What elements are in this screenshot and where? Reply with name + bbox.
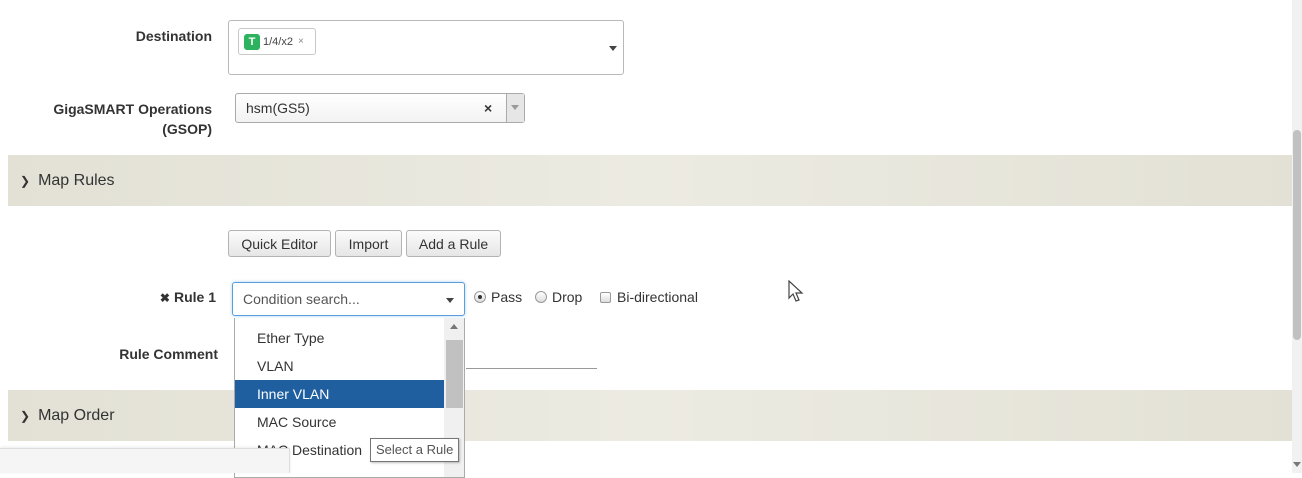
- rule-label: ✖ Rule 1: [140, 289, 216, 305]
- clear-icon[interactable]: ×: [484, 100, 492, 116]
- pass-label: Pass: [491, 289, 523, 305]
- chevron-down-icon[interactable]: [609, 46, 617, 51]
- pass-option[interactable]: Pass: [474, 289, 522, 305]
- chevron-down-icon: [511, 105, 519, 110]
- remove-rule-icon[interactable]: ✖: [160, 291, 170, 305]
- import-button[interactable]: Import: [335, 230, 402, 257]
- drop-radio[interactable]: [535, 291, 547, 303]
- tooltip: Select a Rule: [370, 438, 460, 462]
- token-value: 1/4/x2: [263, 35, 293, 48]
- dropdown-option[interactable]: VLAN: [235, 352, 445, 380]
- gsop-label-line2: (GSOP): [162, 121, 212, 137]
- dropdown-option-highlighted[interactable]: Inner VLAN: [235, 380, 445, 408]
- bidirectional-checkbox[interactable]: [600, 291, 611, 303]
- scroll-down-icon[interactable]: [1293, 462, 1301, 467]
- page-scroll-thumb[interactable]: [1293, 130, 1301, 340]
- drop-label: Drop: [552, 289, 583, 305]
- destination-label: Destination: [135, 28, 212, 44]
- destination-token: T 1/4/x2 ×: [238, 28, 316, 55]
- chevron-down-icon: ❯: [20, 408, 31, 423]
- token-remove-icon[interactable]: ×: [298, 36, 304, 47]
- token-type-badge: T: [244, 33, 260, 50]
- condition-placeholder: Condition search...: [243, 291, 360, 307]
- bottom-panel: [0, 448, 290, 473]
- dropdown-scroll-thumb[interactable]: [446, 340, 463, 408]
- bidirectional-label: Bi-directional: [617, 289, 698, 305]
- pass-radio[interactable]: [474, 291, 486, 303]
- quick-editor-button[interactable]: Quick Editor: [228, 230, 331, 257]
- dropdown-option[interactable]: Ether Type: [235, 324, 445, 352]
- map-rules-section-header[interactable]: ❯ Map Rules: [8, 155, 1292, 206]
- gsop-label: GigaSMART Operations (GSOP): [20, 99, 212, 139]
- map-order-title: Map Order: [38, 406, 115, 424]
- mouse-pointer-icon: [788, 280, 804, 302]
- add-rule-button[interactable]: Add a Rule: [406, 230, 501, 257]
- gsop-select[interactable]: hsm(GS5) ×: [235, 93, 525, 123]
- rule-name: Rule 1: [173, 289, 216, 305]
- drop-option[interactable]: Drop: [535, 289, 582, 305]
- rule-comment-label: Rule Comment: [119, 346, 218, 362]
- gsop-label-line1: GigaSMART Operations: [53, 101, 212, 117]
- chevron-down-icon: [446, 298, 454, 303]
- map-rules-title: Map Rules: [38, 171, 115, 189]
- dropdown-option[interactable]: MAC Source: [235, 408, 445, 436]
- rule-comment-input[interactable]: [466, 368, 597, 369]
- scroll-up-icon[interactable]: [450, 324, 458, 329]
- bidirectional-option[interactable]: Bi-directional: [600, 289, 698, 305]
- chevron-down-icon: ❯: [20, 173, 31, 188]
- map-order-section-header[interactable]: ❯ Map Order: [8, 390, 1292, 441]
- gsop-dropdown-arrow[interactable]: [506, 94, 524, 122]
- gsop-value: hsm(GS5): [246, 100, 310, 116]
- condition-search-select[interactable]: Condition search...: [232, 282, 465, 316]
